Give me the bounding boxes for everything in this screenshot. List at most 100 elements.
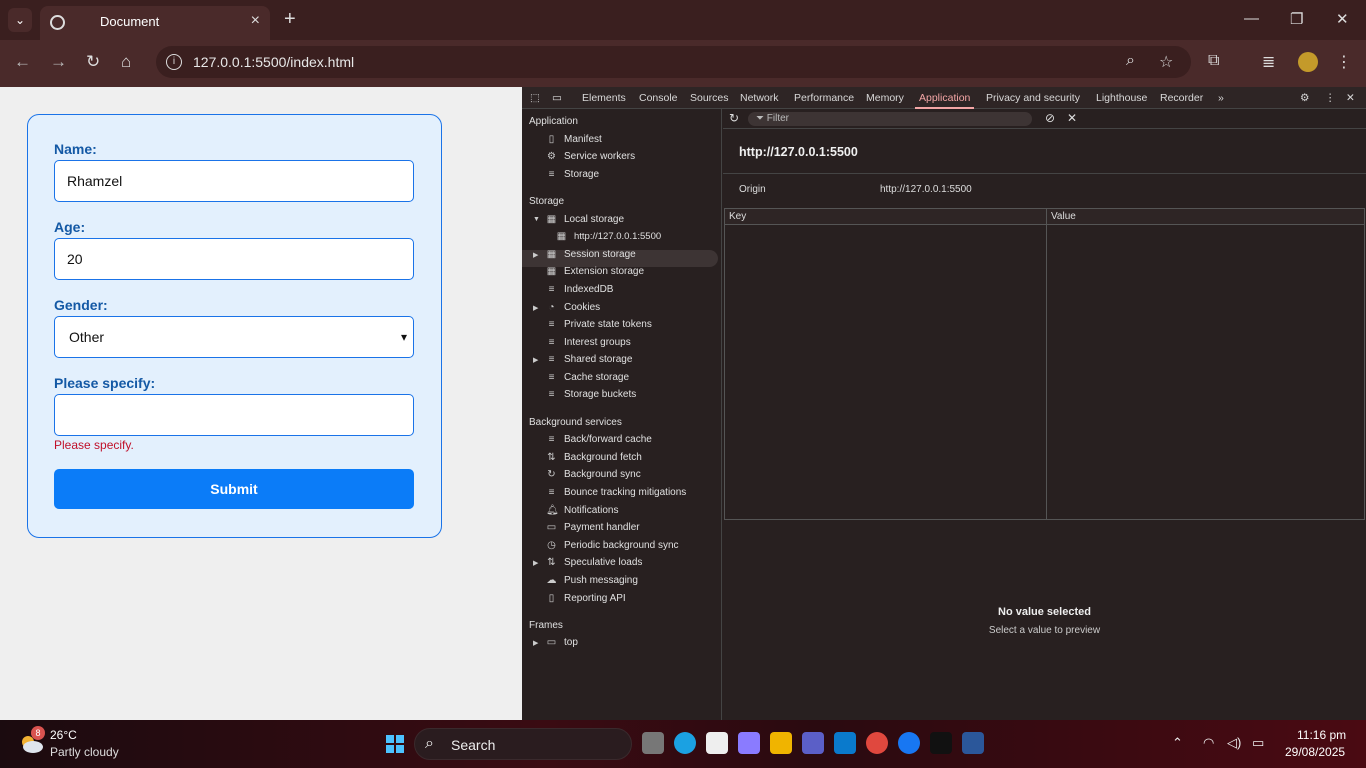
clock-time[interactable]: 11:16 pm [1297,728,1346,742]
show-hidden-icons-icon[interactable]: ⌃ [1172,735,1183,751]
reload-icon[interactable]: ↻ [86,52,100,72]
browser-tab[interactable]: Document × [40,6,270,40]
filter-input[interactable]: ⏷ Filter [748,112,1032,126]
close-devtools-icon[interactable]: ✕ [1346,92,1355,104]
sidebar-item-push-messaging[interactable]: Push messaging [564,575,638,586]
sidebar-item-extension-storage[interactable]: Extension storage [564,266,644,277]
vscode-icon[interactable] [834,732,856,754]
sidebar-item-notifications[interactable]: Notifications [564,505,618,516]
media-controls-icon[interactable]: ≣ [1262,52,1275,72]
key-column-header[interactable]: Key [725,209,1046,225]
profile-avatar[interactable] [1298,52,1318,72]
refresh-icon[interactable]: ↻ [729,111,739,125]
sidebar-item-service-workers[interactable]: Service workers [564,151,635,162]
chrome-icon[interactable] [866,732,888,754]
name-input[interactable]: Rhamzel [54,160,414,202]
inspect-icon[interactable]: ⬚ [530,92,540,104]
temperature[interactable]: 26°C [50,728,77,742]
address-bar[interactable]: i 127.0.0.1:5500/index.html ⌕ ☆ [156,46,1191,78]
copilot-icon[interactable] [738,732,760,754]
clock-icon: ◷ [547,540,556,551]
extensions-icon[interactable]: ⧉ [1208,52,1219,70]
sidebar-item-session-storage[interactable]: Session storage [564,249,636,260]
submit-button[interactable]: Submit [54,469,414,509]
windows-start-icon[interactable] [386,735,404,753]
delete-selected-icon[interactable]: ✕ [1067,111,1077,125]
restore-icon[interactable]: ❐ [1290,10,1303,28]
tab-elements[interactable]: Elements [582,92,626,104]
sidebar-item-storage[interactable]: Storage [564,169,599,180]
specify-input[interactable] [54,394,414,436]
sidebar-item-shared-storage[interactable]: Shared storage [564,354,632,365]
collapsed-arrow-icon[interactable]: ▶ [533,639,538,647]
sidebar-item-interest-groups[interactable]: Interest groups [564,337,631,348]
sidebar-item-bounce-tracking[interactable]: Bounce tracking mitigations [564,487,686,498]
sidebar-item-manifest[interactable]: Manifest [564,134,602,145]
collapsed-arrow-icon[interactable]: ▶ [533,304,538,312]
settings-gear-icon[interactable]: ⚙ [1300,92,1309,104]
site-info-icon[interactable]: i [166,54,182,70]
collapsed-arrow-icon[interactable]: ▶ [533,251,538,259]
tiktok-icon[interactable] [930,732,952,754]
url-text[interactable]: 127.0.0.1:5500/index.html [193,54,354,70]
minimize-icon[interactable]: — [1244,10,1259,27]
tab-search-button[interactable]: ⌄ [8,8,32,32]
teams-icon[interactable] [802,732,824,754]
sidebar-item-local-origin[interactable]: http://127.0.0.1:5500 [574,231,661,242]
sidebar-item-storage-buckets[interactable]: Storage buckets [564,389,636,400]
tab-sources[interactable]: Sources [690,92,729,104]
gender-select[interactable]: Other ▾ [54,316,414,358]
file-explorer-icon[interactable] [770,732,792,754]
taskbar-search[interactable]: ⌕ Search [414,728,632,760]
sidebar-item-top-frame[interactable]: top [564,637,578,648]
sidebar-item-background-sync[interactable]: Background sync [564,469,641,480]
bookmark-star-icon[interactable]: ☆ [1159,52,1173,72]
more-tabs-icon[interactable]: » [1218,92,1224,104]
edge-icon[interactable] [674,732,696,754]
close-window-icon[interactable]: ✕ [1336,10,1349,28]
sidebar-item-back-forward-cache[interactable]: Back/forward cache [564,434,652,445]
devtools-menu-icon[interactable]: ⋮ [1325,92,1336,104]
tab-memory[interactable]: Memory [866,92,904,104]
sidebar-item-periodic-sync[interactable]: Periodic background sync [564,540,679,551]
store-icon[interactable] [706,732,728,754]
volume-icon[interactable]: ◁) [1227,735,1241,751]
sidebar-item-cache-storage[interactable]: Cache storage [564,372,629,383]
task-view-icon[interactable] [642,732,664,754]
sidebar-item-local-storage[interactable]: Local storage [564,214,624,225]
tab-application[interactable]: Application [914,92,975,109]
tab-network[interactable]: Network [740,92,779,104]
forward-icon[interactable]: → [50,52,67,72]
tab-console[interactable]: Console [639,92,678,104]
menu-icon[interactable]: ⋮ [1336,52,1352,72]
clear-all-icon[interactable]: ⊘ [1045,111,1055,125]
clock-date[interactable]: 29/08/2025 [1285,745,1345,759]
new-tab-button[interactable]: + [284,8,296,31]
home-icon[interactable]: ⌂ [121,52,131,72]
tab-privacy-security[interactable]: Privacy and security [986,92,1080,104]
weather-condition[interactable]: Partly cloudy [50,745,119,759]
collapsed-arrow-icon[interactable]: ▶ [533,356,538,364]
tab-lighthouse[interactable]: Lighthouse [1096,92,1147,104]
sidebar-item-indexeddb[interactable]: IndexedDB [564,284,613,295]
zoom-icon[interactable]: ⌕ [1126,52,1135,70]
value-column-header[interactable]: Value [1047,209,1364,225]
wifi-icon[interactable]: ◠ [1203,735,1214,751]
device-toolbar-icon[interactable]: ▭ [552,92,562,104]
tab-recorder[interactable]: Recorder [1160,92,1203,104]
collapsed-arrow-icon[interactable]: ▶ [533,559,538,567]
word-icon[interactable] [962,732,984,754]
tab-performance[interactable]: Performance [794,92,854,104]
back-icon[interactable]: ← [14,52,31,72]
sidebar-item-cookies[interactable]: Cookies [564,302,600,313]
age-input[interactable]: 20 [54,238,414,280]
close-tab-icon[interactable]: × [251,12,260,30]
battery-icon[interactable]: ▭ [1252,735,1264,751]
sidebar-item-payment-handler[interactable]: Payment handler [564,522,640,533]
sidebar-item-private-state-tokens[interactable]: Private state tokens [564,319,652,330]
sidebar-item-speculative-loads[interactable]: Speculative loads [564,557,642,568]
sidebar-item-background-fetch[interactable]: Background fetch [564,452,642,463]
expanded-arrow-icon[interactable]: ▼ [533,216,540,223]
messenger-icon[interactable] [898,732,920,754]
sidebar-item-reporting-api[interactable]: Reporting API [564,593,626,604]
